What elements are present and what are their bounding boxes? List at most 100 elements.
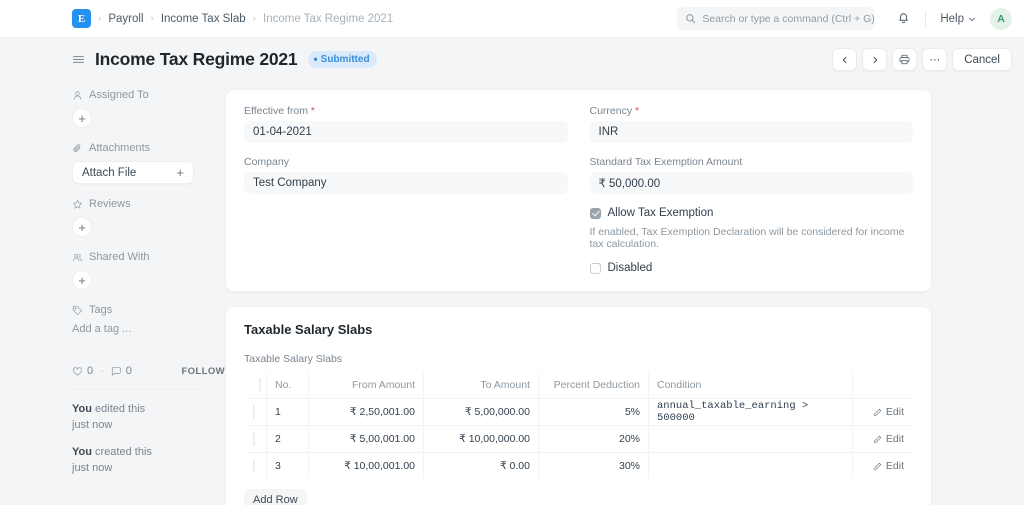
follow-button[interactable]: FOLLOW	[181, 366, 225, 377]
like-button[interactable]: 0	[72, 365, 93, 377]
activity-edited-time: just now	[72, 419, 112, 431]
main-content: Effective from * 01-04-2021 Company Test…	[225, 81, 1024, 505]
field-standard-tax-exemption-amount: Standard Tax Exemption Amount ₹ 50,000.0…	[590, 156, 914, 194]
row-checkbox[interactable]	[253, 432, 255, 446]
currency-label-text: Currency	[590, 105, 633, 117]
select-all-header[interactable]	[245, 372, 267, 399]
pencil-icon	[873, 462, 882, 471]
row-checkbox[interactable]	[253, 405, 255, 419]
checkbox-icon-unchecked[interactable]	[590, 263, 601, 274]
breadcrumb-separator-3: ›	[253, 13, 256, 24]
cell-percent-deduction[interactable]: 20%	[539, 426, 649, 453]
standard-exemption-input[interactable]: ₹ 50,000.00	[590, 172, 914, 194]
row-edit-cell[interactable]: Edit	[853, 426, 913, 453]
pencil-icon	[873, 408, 882, 417]
section-title-taxable-salary-slabs: Taxable Salary Slabs	[244, 322, 913, 337]
row-checkbox[interactable]	[253, 459, 255, 473]
table-row[interactable]: 3 ₹ 10,00,001.00 ₹ 0.00 30%	[245, 453, 913, 480]
company-label: Company	[244, 156, 568, 168]
breadcrumb-payroll[interactable]: Payroll	[108, 13, 143, 25]
add-tag-input[interactable]: Add a tag ...	[72, 323, 225, 335]
print-button[interactable]	[892, 48, 917, 71]
cell-from-amount[interactable]: ₹ 5,00,001.00	[309, 426, 424, 453]
cell-condition[interactable]: annual_taxable_earning > 500000	[649, 399, 853, 426]
add-row-button[interactable]: Add Row	[244, 489, 307, 505]
table-row[interactable]: 2 ₹ 5,00,001.00 ₹ 10,00,000.00 20%	[245, 426, 913, 453]
top-navbar: E › Payroll › Income Tax Slab › Income T…	[0, 0, 1024, 38]
cell-percent-deduction[interactable]: 30%	[539, 453, 649, 480]
sidebar-section-reviews: Reviews +	[72, 198, 225, 237]
effective-from-label-text: Effective from	[244, 105, 308, 117]
activity-edited-action: edited this	[92, 403, 145, 415]
field-currency: Currency * INR	[590, 105, 914, 143]
row-select-cell[interactable]	[245, 399, 267, 426]
avatar[interactable]: A	[990, 8, 1012, 30]
breadcrumb-income-tax-slab[interactable]: Income Tax Slab	[161, 13, 246, 25]
heart-icon	[72, 366, 83, 377]
cell-to-amount[interactable]: ₹ 0.00	[424, 453, 539, 480]
cell-condition[interactable]	[649, 426, 853, 453]
app-logo[interactable]: E	[72, 9, 91, 28]
cell-condition[interactable]	[649, 453, 853, 480]
comment-icon	[111, 366, 122, 377]
status-label: Submitted	[321, 54, 370, 65]
cell-from-amount[interactable]: ₹ 10,00,001.00	[309, 453, 424, 480]
column-header-from-amount: From Amount	[309, 372, 424, 399]
standard-exemption-label: Standard Tax Exemption Amount	[590, 156, 914, 168]
attachments-header: Attachments	[72, 142, 225, 154]
row-select-cell[interactable]	[245, 426, 267, 453]
shared-with-label: Shared With	[89, 251, 150, 263]
comment-count: 0	[126, 365, 132, 377]
prev-document-button[interactable]	[832, 48, 857, 71]
edit-label: Edit	[886, 433, 904, 445]
allow-tax-exemption-help-text: If enabled, Tax Exemption Declaration wi…	[590, 226, 914, 250]
add-assignment-button[interactable]: +	[72, 108, 92, 128]
attach-file-label: Attach File	[82, 167, 136, 179]
cell-no: 1	[267, 399, 309, 426]
cell-percent-deduction[interactable]: 5%	[539, 399, 649, 426]
details-right-column: Currency * INR Standard Tax Exemption Am…	[590, 105, 914, 274]
effective-from-input[interactable]: 01-04-2021	[244, 121, 568, 143]
attach-file-button[interactable]: Attach File +	[72, 161, 194, 184]
checkbox-icon-checked[interactable]	[590, 208, 601, 219]
chevron-down-icon	[968, 15, 976, 23]
edit-label: Edit	[886, 406, 904, 418]
add-share-button[interactable]: +	[72, 270, 92, 290]
help-menu-button[interactable]: Help	[936, 11, 980, 27]
cell-to-amount[interactable]: ₹ 10,00,000.00	[424, 426, 539, 453]
search-input[interactable]: Search or type a command (Ctrl + G)	[677, 7, 875, 30]
more-options-button[interactable]: ⋯	[922, 48, 947, 71]
row-edit-cell[interactable]: Edit	[853, 399, 913, 426]
assigned-to-label: Assigned To	[89, 89, 149, 101]
sidebar-section-attachments: Attachments Attach File +	[72, 142, 225, 184]
comment-button[interactable]: 0	[111, 365, 132, 377]
row-edit-cell[interactable]: Edit	[853, 453, 913, 480]
column-header-no: No.	[267, 372, 309, 399]
cell-from-amount[interactable]: ₹ 2,50,001.00	[309, 399, 424, 426]
currency-input[interactable]: INR	[590, 121, 914, 143]
star-icon	[72, 199, 83, 210]
users-icon	[72, 252, 83, 263]
select-all-checkbox[interactable]	[259, 378, 261, 392]
activity-created-who: You	[72, 446, 92, 458]
checkbox-disabled[interactable]: Disabled	[590, 262, 914, 274]
cancel-button[interactable]: Cancel	[952, 48, 1012, 71]
cell-to-amount[interactable]: ₹ 5,00,000.00	[424, 399, 539, 426]
checkbox-allow-tax-exemption[interactable]: Allow Tax Exemption	[590, 207, 914, 219]
company-input[interactable]: Test Company	[244, 172, 568, 194]
sidebar-toggle-icon[interactable]	[72, 53, 85, 66]
navbar-right-group: Search or type a command (Ctrl + G) Help…	[677, 7, 1012, 31]
document-sidebar: Assigned To + Attachments Attach File +	[72, 81, 225, 505]
sidebar-social-bar: 0 · 0 FOLLOW	[72, 365, 225, 377]
details-card: Effective from * 01-04-2021 Company Test…	[225, 89, 932, 292]
activity-created-action: created this	[92, 446, 152, 458]
paperclip-icon	[72, 143, 83, 154]
row-select-cell[interactable]	[245, 453, 267, 480]
page-header-actions: ⋯ Cancel	[832, 48, 1012, 71]
next-document-button[interactable]	[862, 48, 887, 71]
sidebar-section-tags: Tags Add a tag ...	[72, 304, 225, 335]
attachments-label: Attachments	[89, 142, 150, 154]
add-review-button[interactable]: +	[72, 217, 92, 237]
notifications-bell-icon[interactable]	[891, 7, 915, 31]
table-row[interactable]: 1 ₹ 2,50,001.00 ₹ 5,00,000.00 5% annual_…	[245, 399, 913, 426]
